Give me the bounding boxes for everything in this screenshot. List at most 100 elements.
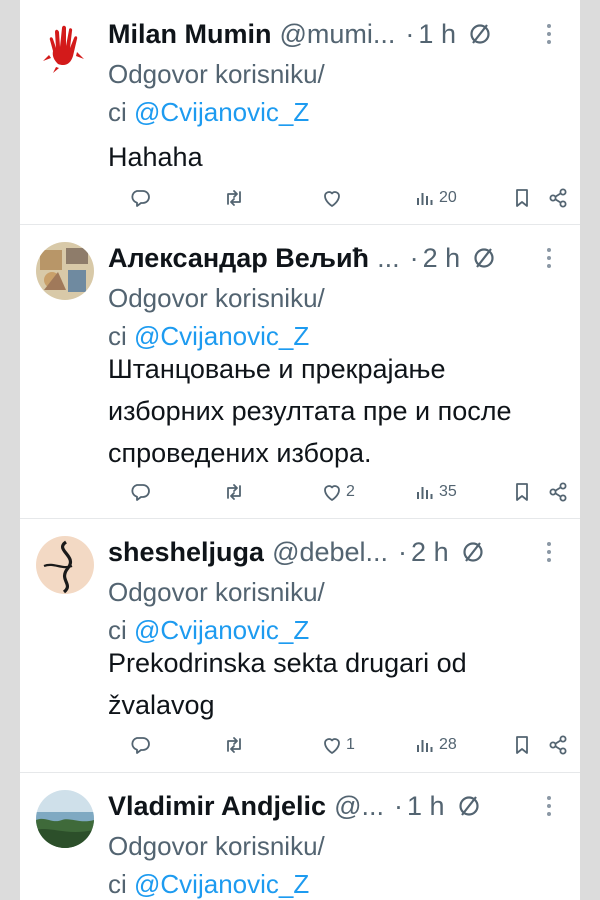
views-icon (417, 193, 433, 205)
red-hand-avatar-icon (36, 18, 94, 76)
more-icon[interactable] (539, 532, 559, 572)
tweet-text: Штанцовање и прекрајање изборних резулта… (108, 354, 512, 468)
share-icon (549, 735, 567, 755)
like-button[interactable] (320, 183, 346, 213)
retweet-icon (227, 190, 241, 206)
timestamp[interactable]: 2 h (423, 238, 461, 278)
share-button[interactable] (546, 183, 570, 213)
separator-dot: · (393, 791, 403, 821)
mention-link[interactable]: @Cvijanovic_Z (134, 97, 309, 127)
reply-context: Odgovor korisniku/ ci @Cvijanovic_Z (108, 573, 548, 649)
grok-icon[interactable] (468, 22, 492, 46)
reply-prefix: Odgovor korisniku/ (108, 283, 325, 313)
like-button[interactable]: 1 (320, 730, 355, 760)
views-icon (417, 487, 433, 499)
tweet-header: Vladimir Andjelic @... · 1 h (108, 786, 563, 826)
reply-prefix: Odgovor korisniku/ (108, 577, 325, 607)
like-count: 1 (346, 736, 355, 753)
reply-suffix: ci (108, 615, 127, 645)
share-icon (549, 482, 567, 502)
tweet-header: shesheljuga @debel... · 2 h (108, 532, 563, 572)
more-icon[interactable] (539, 786, 559, 826)
separator-dot: · (405, 19, 415, 49)
reply-icon (131, 484, 150, 501)
view-count: 28 (439, 736, 457, 753)
tweet[interactable]: Александар Вељић ... · 2 h Odgovor koris… (20, 224, 580, 519)
tweet-text: Hahaha (108, 142, 203, 172)
grok-icon[interactable] (457, 794, 481, 818)
more-icon[interactable] (539, 238, 559, 278)
retweet-button[interactable] (222, 183, 246, 213)
tweet-header: Александар Вељић ... · 2 h (108, 238, 563, 278)
separator-dot: · (409, 243, 419, 273)
like-count: 2 (346, 483, 355, 500)
retweet-button[interactable] (222, 477, 246, 507)
bookmark-icon (516, 736, 528, 754)
avatar[interactable] (36, 242, 94, 300)
landscape-avatar-icon (36, 790, 94, 848)
share-button[interactable] (546, 730, 570, 760)
avatar[interactable] (36, 790, 94, 848)
separator-dot: · (398, 537, 408, 567)
action-bar: 20 (108, 183, 570, 213)
bookmark-button[interactable] (510, 477, 534, 507)
bookmark-button[interactable] (510, 183, 534, 213)
more-icon[interactable] (539, 14, 559, 54)
reply-prefix: Odgovor korisniku/ (108, 831, 325, 861)
tweet[interactable]: Milan Mumin @mumi... · 1 h Odgovor koris… (20, 0, 580, 225)
reply-context: Odgovor korisniku/ ci @Cvijanovic_Z (108, 827, 548, 900)
reply-prefix: Odgovor korisniku/ (108, 59, 325, 89)
tweet[interactable]: shesheljuga @debel... · 2 h Odgovor kori… (20, 518, 580, 773)
author-handle[interactable]: @debel... (272, 532, 388, 572)
tweet-header: Milan Mumin @mumi... · 1 h (108, 14, 563, 54)
mention-link[interactable]: @Cvijanovic_Z (134, 321, 309, 351)
retweet-icon (227, 484, 241, 500)
tennis-ball-avatar-icon (36, 536, 94, 594)
reply-button[interactable] (128, 730, 152, 760)
like-icon (324, 738, 340, 754)
author-handle[interactable]: @mumi... (280, 14, 396, 54)
mention-link[interactable]: @Cvijanovic_Z (134, 615, 309, 645)
author-name[interactable]: Александар Вељић (108, 238, 369, 278)
bookmark-icon (516, 189, 528, 207)
bookmark-icon (516, 483, 528, 501)
author-name[interactable]: shesheljuga (108, 532, 264, 572)
timestamp[interactable]: 1 h (407, 786, 445, 826)
author-name[interactable]: Milan Mumin (108, 14, 272, 54)
grok-icon[interactable] (472, 246, 496, 270)
views-button[interactable]: 35 (413, 477, 457, 507)
author-name[interactable]: Vladimir Andjelic (108, 786, 326, 826)
views-icon (417, 740, 433, 752)
share-button[interactable] (546, 477, 570, 507)
bookmark-button[interactable] (510, 730, 534, 760)
timestamp[interactable]: 2 h (411, 532, 449, 572)
retweet-button[interactable] (222, 730, 246, 760)
reply-suffix: ci (108, 321, 127, 351)
author-handle[interactable]: @... (334, 786, 384, 826)
view-count: 20 (439, 189, 457, 206)
views-button[interactable]: 20 (413, 183, 457, 213)
reply-icon (131, 737, 150, 754)
avatar[interactable] (36, 536, 94, 594)
reply-icon (131, 190, 150, 207)
mention-link[interactable]: @Cvijanovic_Z (134, 869, 309, 899)
reply-context: Odgovor korisniku/ ci @Cvijanovic_Z (108, 55, 548, 131)
grok-icon[interactable] (461, 540, 485, 564)
reply-suffix: ci (108, 869, 127, 899)
tweet[interactable]: Vladimir Andjelic @... · 1 h Odgovor kor… (20, 772, 580, 900)
painting-avatar-icon (36, 242, 94, 300)
retweet-icon (227, 737, 241, 753)
views-button[interactable]: 28 (413, 730, 457, 760)
reply-button[interactable] (128, 477, 152, 507)
view-count: 35 (439, 483, 457, 500)
timestamp[interactable]: 1 h (418, 14, 456, 54)
timeline: Milan Mumin @mumi... · 1 h Odgovor koris… (20, 0, 580, 900)
reply-button[interactable] (128, 183, 152, 213)
like-icon (324, 485, 340, 501)
avatar[interactable] (36, 18, 94, 76)
action-bar: 1 28 (108, 730, 570, 760)
like-button[interactable]: 2 (320, 477, 355, 507)
reply-suffix: ci (108, 97, 127, 127)
author-handle[interactable]: ... (377, 238, 400, 278)
share-icon (549, 188, 567, 208)
